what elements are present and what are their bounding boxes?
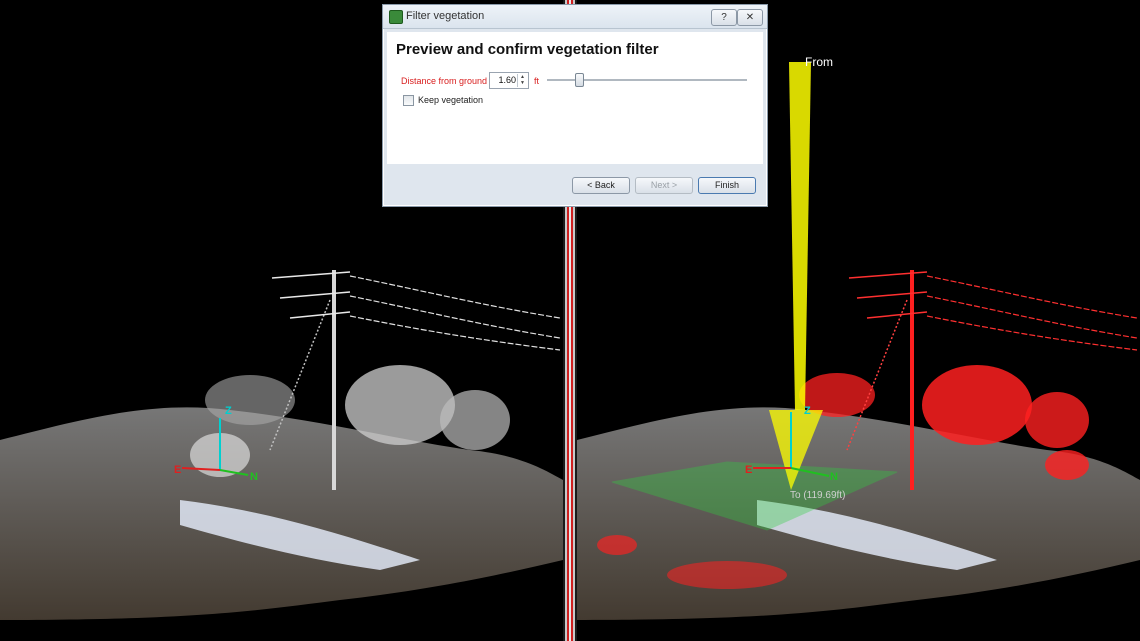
distance-label: Distance from ground xyxy=(401,76,488,86)
help-button[interactable]: ? xyxy=(711,9,737,26)
axis-e-label: E xyxy=(745,464,752,476)
distance-slider-thumb[interactable] xyxy=(575,73,584,87)
power-lines xyxy=(926,275,1138,351)
app-icon xyxy=(389,10,403,24)
spin-arrows-icon[interactable]: ▲ ▼ xyxy=(517,74,527,87)
spin-down-icon[interactable]: ▼ xyxy=(520,80,525,86)
axis-z-label: Z xyxy=(225,405,232,417)
dialog-titlebar[interactable]: Filter vegetation ? ✕ xyxy=(383,5,767,29)
keep-vegetation-label[interactable]: Keep vegetation xyxy=(418,95,483,105)
tree-cluster xyxy=(345,365,455,445)
axis-e-label: E xyxy=(174,464,181,476)
distance-unit: ft xyxy=(534,76,540,86)
distance-value[interactable]: 1.60 xyxy=(498,75,516,85)
power-lines xyxy=(349,275,561,351)
filtered-vegetation xyxy=(1025,392,1089,448)
axis-n-label: N xyxy=(830,471,838,483)
close-button[interactable]: ✕ xyxy=(737,9,763,26)
filtered-vegetation xyxy=(597,535,637,555)
axis-n-label: N xyxy=(250,471,258,483)
tree-cluster xyxy=(440,390,510,450)
back-button[interactable]: < Back xyxy=(572,177,630,194)
filtered-vegetation xyxy=(922,365,1032,445)
dialog-heading: Preview and confirm vegetation filter xyxy=(396,41,659,58)
axis-z-label: Z xyxy=(804,405,811,417)
distance-spinbox[interactable]: 1.60 ▲ ▼ xyxy=(489,72,529,89)
keep-vegetation-checkbox[interactable] xyxy=(403,95,414,106)
dialog-content: Preview and confirm vegetation filter Di… xyxy=(387,32,763,164)
filtered-vegetation xyxy=(1045,450,1089,480)
filter-vegetation-dialog: Filter vegetation ? ✕ Preview and confir… xyxy=(382,4,768,207)
cross-arms xyxy=(848,271,928,319)
cross-arms xyxy=(271,271,351,319)
finish-button[interactable]: Finish xyxy=(698,177,756,194)
from-label: From xyxy=(805,55,833,69)
filtered-vegetation xyxy=(667,561,787,589)
to-label: To (119.69ft) xyxy=(790,490,846,501)
next-button[interactable]: Next > xyxy=(635,177,693,194)
tree-cluster xyxy=(205,375,295,425)
view-arrow-shaft xyxy=(789,62,811,410)
dialog-title: Filter vegetation xyxy=(406,10,485,22)
